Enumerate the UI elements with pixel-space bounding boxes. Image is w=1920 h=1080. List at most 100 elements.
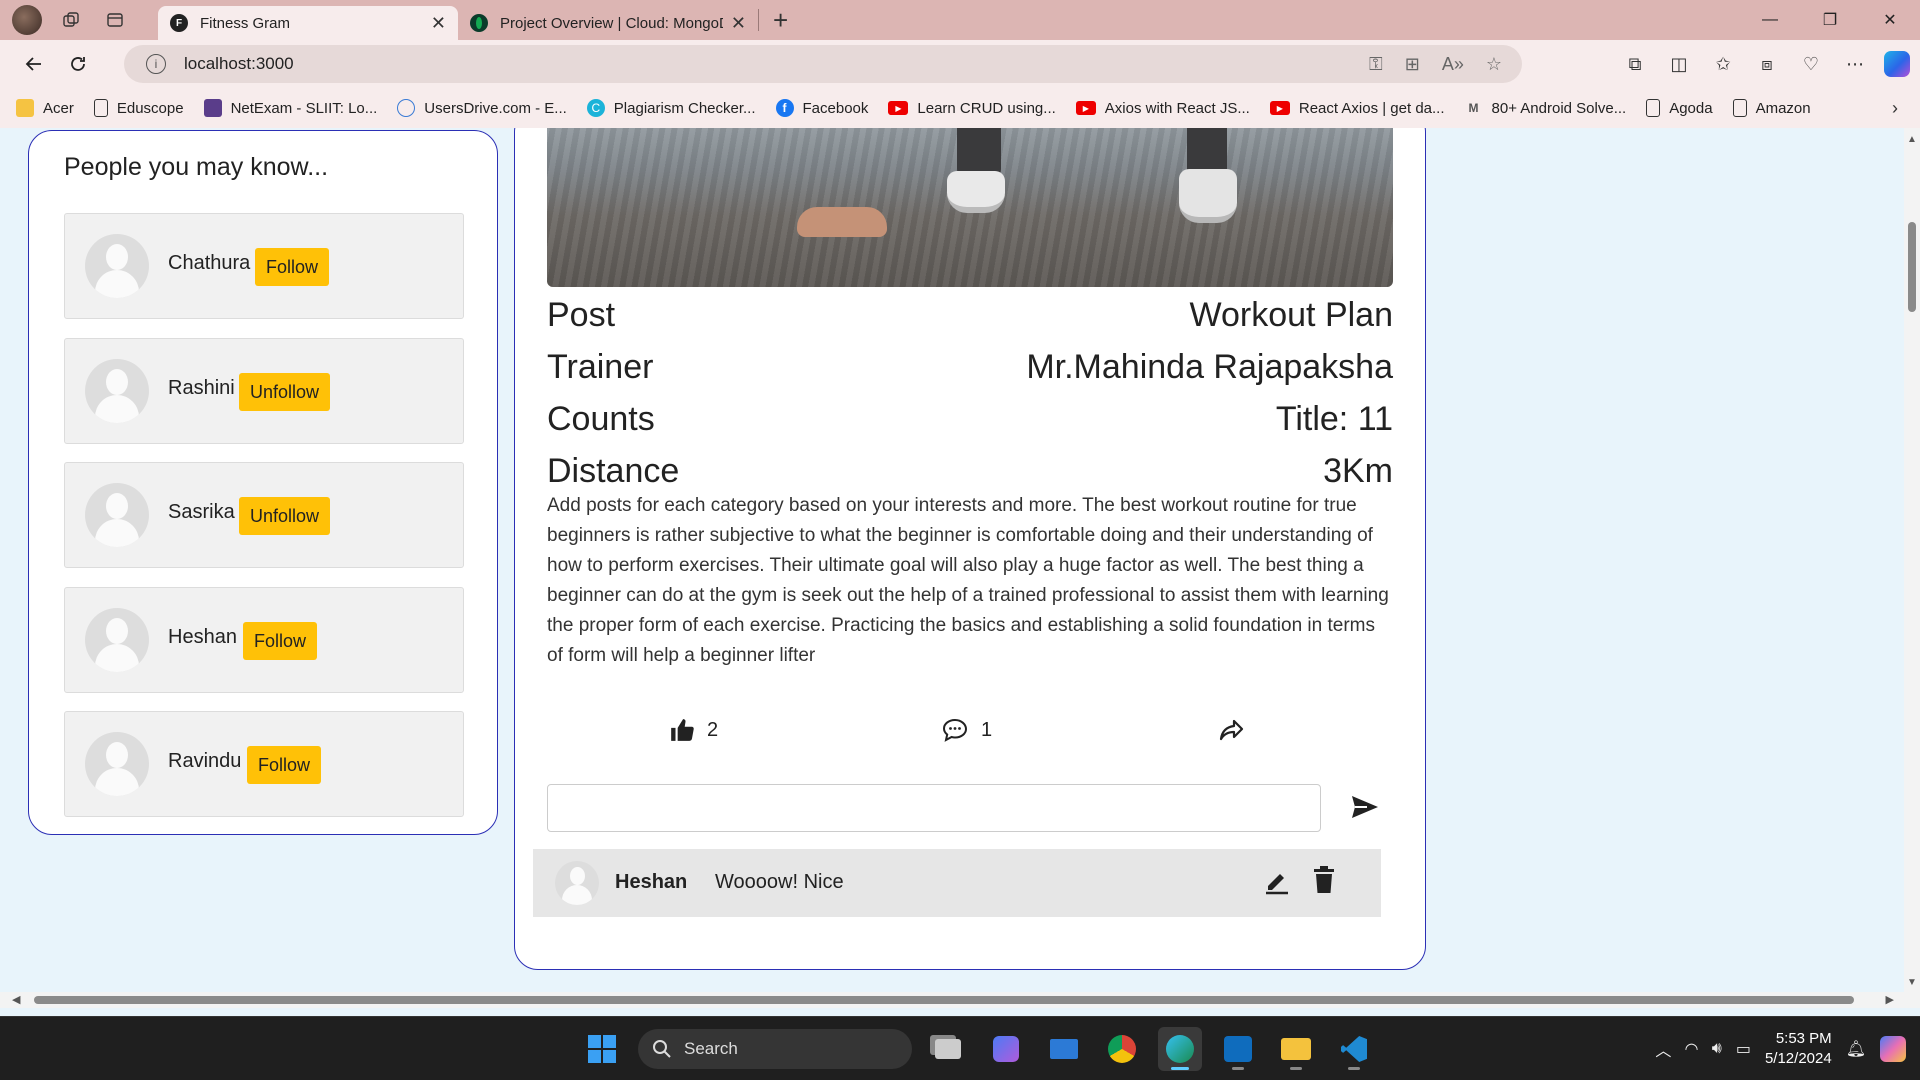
battery-icon[interactable]: ▭ [1736, 1039, 1751, 1059]
unfollow-button[interactable]: Unfollow [239, 373, 331, 411]
comment-count: 1 [981, 718, 993, 741]
bookmark-amazon[interactable]: Amazon [1732, 99, 1811, 117]
vertical-scroll-thumb[interactable] [1908, 222, 1916, 312]
follow-button[interactable]: Follow [255, 248, 330, 286]
comment-input[interactable] [547, 784, 1321, 832]
restore-icon[interactable]: ❐ [1800, 0, 1860, 40]
scrollbar-corner [1904, 992, 1920, 1008]
apps-icon[interactable]: ⊞ [1405, 54, 1420, 75]
vertical-scrollbar[interactable]: ▲ ▼ [1904, 128, 1920, 992]
bookmark-usersdrive[interactable]: UsersDrive.com - E... [397, 99, 567, 117]
read-aloud-icon[interactable]: A» [1442, 54, 1464, 75]
key-icon[interactable]: ⚿ [1369, 54, 1383, 75]
comment-button[interactable]: 1 [941, 717, 992, 743]
unfollow-button[interactable]: Unfollow [239, 497, 331, 535]
person-card: Ravindu Follow [64, 711, 464, 817]
like-button[interactable]: 2 [669, 717, 718, 743]
file-explorer-icon[interactable] [1274, 1027, 1318, 1071]
minimize-icon[interactable]: — [1740, 0, 1800, 40]
vscode-icon[interactable] [1332, 1027, 1376, 1071]
close-window-icon[interactable]: ✕ [1860, 0, 1920, 40]
edit-pencil-icon[interactable] [1263, 867, 1291, 900]
new-tab-icon[interactable]: + [773, 7, 788, 33]
split-screen-icon[interactable]: ◫ [1664, 49, 1694, 79]
refresh-icon[interactable] [58, 44, 98, 84]
bookmark-facebook[interactable]: f Facebook [775, 99, 868, 117]
site-info-icon[interactable]: i [146, 54, 166, 74]
chevron-right-icon[interactable]: › [1892, 98, 1898, 119]
send-comment-button[interactable] [1347, 789, 1383, 825]
collections-icon[interactable]: ⧈ [1752, 49, 1782, 79]
meta-label: Trainer [547, 347, 654, 386]
scroll-down-icon[interactable]: ▼ [1907, 977, 1917, 988]
bookmark-label: NetExam - SLIIT: Lo... [230, 99, 378, 117]
share-button[interactable] [1217, 717, 1245, 743]
outlook-icon[interactable] [1216, 1027, 1260, 1071]
bookmark-learn-crud[interactable]: ▶ Learn CRUD using... [888, 99, 1056, 117]
taskbar-search[interactable]: Search [638, 1029, 912, 1069]
person-name: Sasrika [168, 501, 235, 523]
plagiarism-icon: C [586, 99, 605, 117]
bookmark-label: Acer [43, 99, 74, 117]
clock-time: 5:53 PM [1775, 1030, 1832, 1047]
people-card-title: People you may know... [64, 153, 329, 181]
favorite-star-icon[interactable]: ☆ [1486, 54, 1502, 75]
edge-icon[interactable] [1158, 1027, 1202, 1071]
favorites-icon[interactable]: ✩ [1708, 49, 1738, 79]
bookmark-react-axios[interactable]: ▶ React Axios | get da... [1269, 100, 1445, 117]
follow-button[interactable]: Follow [243, 622, 318, 660]
browser-tab-bar: F Fitness Gram ✕ Project Overview | Clou… [0, 0, 1920, 40]
person-card: Heshan Follow [64, 587, 464, 693]
task-view-icon[interactable] [926, 1027, 970, 1071]
trash-icon[interactable] [1311, 865, 1337, 900]
profile-avatar[interactable] [12, 5, 42, 35]
close-tab-icon[interactable]: ✕ [731, 13, 746, 34]
person-card: Rashini Unfollow [64, 338, 464, 444]
scroll-up-icon[interactable]: ▲ [1907, 134, 1917, 145]
bookmark-android[interactable]: M 80+ Android Solve... [1465, 99, 1627, 117]
bookmark-axios-react[interactable]: ▶ Axios with React JS... [1075, 99, 1250, 117]
address-bar[interactable]: i localhost:3000 ⚿ ⊞ A» ☆ [124, 45, 1522, 83]
copilot-tray-icon[interactable] [1880, 1036, 1906, 1062]
clock-date: 5/12/2024 [1764, 1050, 1832, 1067]
avatar [85, 608, 149, 672]
bookmark-agoda[interactable]: Agoda [1646, 99, 1713, 117]
copilot-taskbar-icon[interactable] [984, 1027, 1028, 1071]
tab-mongodb[interactable]: Project Overview | Cloud: MongoDB ✕ [458, 6, 758, 40]
horizontal-scrollbar[interactable]: ◀ ▶ [0, 992, 1904, 1008]
person-name: Chathura [168, 252, 251, 274]
bookmark-eduscope[interactable]: Eduscope [93, 99, 184, 117]
notification-bell-icon[interactable]: 🔔︎ [1846, 1039, 1866, 1059]
bookmark-label: UsersDrive.com - E... [424, 99, 567, 117]
windows-taskbar: Search ︿ ◜◝ � [0, 1016, 1920, 1080]
chrome-icon[interactable] [1100, 1027, 1144, 1071]
meta-value: Workout Plan [1189, 295, 1393, 334]
scroll-left-icon[interactable]: ◀ [12, 993, 20, 1006]
tab-title: Fitness Gram [200, 14, 291, 32]
scroll-right-icon[interactable]: ▶ [1886, 993, 1894, 1006]
follow-button[interactable]: Follow [247, 746, 322, 784]
close-tab-icon[interactable]: ✕ [431, 13, 446, 34]
bookmark-netexam[interactable]: NetExam - SLIIT: Lo... [203, 99, 378, 117]
start-button[interactable] [580, 1027, 624, 1071]
more-menu-icon[interactable]: ⋯ [1840, 49, 1870, 79]
mail-icon[interactable] [1042, 1027, 1086, 1071]
browser-essentials-icon[interactable]: ♡ [1796, 49, 1826, 79]
bookmark-label: Learn CRUD using... [917, 99, 1056, 117]
volume-icon[interactable]: 🔊︎ [1712, 1040, 1722, 1058]
bookmark-label: Axios with React JS... [1104, 99, 1250, 117]
post-image [547, 128, 1393, 287]
tab-fitness-gram[interactable]: F Fitness Gram ✕ [158, 6, 458, 40]
bookmark-plagiarism[interactable]: C Plagiarism Checker... [586, 99, 756, 117]
bookmark-acer[interactable]: Acer [16, 99, 74, 117]
horizontal-scroll-thumb[interactable] [34, 996, 1854, 1004]
vertical-tabs-icon[interactable] [100, 5, 130, 35]
extensions-icon[interactable]: ⧉ [1620, 49, 1650, 79]
comment-icon [942, 718, 968, 742]
workspaces-icon[interactable] [56, 5, 86, 35]
copilot-icon[interactable] [1884, 51, 1910, 77]
wifi-icon[interactable]: ◜◝ [1685, 1039, 1697, 1059]
chevron-up-icon[interactable]: ︿ [1655, 1037, 1671, 1061]
back-arrow-icon[interactable] [14, 44, 54, 84]
clock[interactable]: 5:53 PM 5/12/2024 [1765, 1029, 1832, 1069]
